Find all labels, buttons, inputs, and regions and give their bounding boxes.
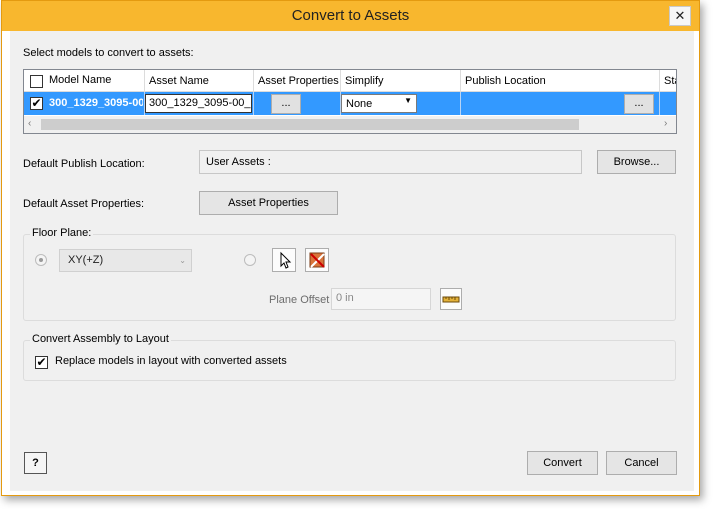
flip-plane-icon [309, 252, 325, 268]
asset-properties-ellipsis-button[interactable]: ... [271, 94, 301, 114]
publish-location-field[interactable]: User Assets : [199, 150, 582, 174]
simplify-select[interactable]: None ▼ [341, 94, 417, 113]
convert-layout-title: Convert Assembly to Layout [30, 333, 171, 345]
column-label-model-name: Model Name [49, 74, 112, 86]
plane-offset-label: Plane Offset [269, 294, 330, 306]
select-models-label: Select models to convert to assets: [23, 47, 194, 59]
help-icon: ? [32, 457, 39, 469]
cell-simplify: None ▼ [341, 92, 461, 115]
cell-publish-location: ... [461, 92, 660, 115]
chevron-down-icon: ▼ [404, 96, 412, 105]
scrollbar-thumb[interactable] [41, 119, 579, 130]
horizontal-scrollbar[interactable]: ‹ › [24, 116, 676, 133]
cell-status [660, 92, 676, 115]
model-name-value: 300_1329_3095-00 [49, 97, 143, 109]
chevron-down-icon: ⌄ [179, 256, 186, 265]
cancel-button[interactable]: Cancel [606, 451, 677, 475]
help-button[interactable]: ? [24, 452, 47, 474]
replace-models-checkbox[interactable]: ✔ [35, 356, 48, 369]
column-header-asset-properties[interactable]: Asset Properties [254, 70, 341, 92]
simplify-value: None [346, 98, 373, 110]
plane-offset-input[interactable]: 0 in [331, 288, 431, 310]
measure-button[interactable] [440, 288, 462, 310]
models-grid: Model Name Asset Name Asset Properties S… [23, 69, 677, 134]
radio-dot [39, 258, 43, 262]
close-icon: ✕ [674, 8, 686, 23]
plane-orientation-value: XY(+Z) [68, 254, 104, 266]
cursor-icon [280, 251, 292, 269]
scroll-right-icon[interactable]: › [664, 118, 667, 129]
convert-button[interactable]: Convert [527, 451, 598, 475]
dialog-title: Convert to Assets [291, 7, 410, 24]
plane-preset-radio[interactable] [35, 254, 47, 266]
column-header-publish-location[interactable]: Publish Location [461, 70, 660, 92]
asset-name-input[interactable]: 300_1329_3095-00_c [145, 94, 252, 113]
close-button[interactable]: ✕ [669, 6, 691, 26]
default-asset-properties-label: Default Asset Properties: [23, 198, 145, 210]
replace-models-label: Replace models in layout with converted … [55, 355, 287, 367]
column-header-asset-name[interactable]: Asset Name [145, 70, 254, 92]
table-row[interactable]: ✔ 300_1329_3095-00 300_1329_3095-00_c ..… [24, 92, 676, 115]
column-header-simplify[interactable]: Simplify [341, 70, 461, 92]
plane-custom-radio[interactable] [244, 254, 256, 266]
flip-plane-button[interactable] [305, 248, 329, 272]
floor-plane-title: Floor Plane: [30, 227, 94, 239]
column-header-model-name[interactable]: Model Name [24, 70, 145, 92]
browse-button[interactable]: Browse... [597, 150, 676, 174]
cell-model-name[interactable]: ✔ 300_1329_3095-00 [24, 92, 145, 115]
cell-asset-name: 300_1329_3095-00_c [145, 92, 254, 115]
publish-location-ellipsis-button[interactable]: ... [624, 94, 654, 114]
select-face-button[interactable] [272, 248, 296, 272]
plane-orientation-select[interactable]: XY(+Z) ⌄ [59, 249, 192, 272]
ruler-icon [442, 296, 460, 303]
row-checkbox[interactable]: ✔ [30, 97, 43, 110]
select-all-checkbox[interactable] [30, 75, 43, 88]
scroll-left-icon[interactable]: ‹ [28, 118, 31, 129]
cell-asset-properties: ... [254, 92, 341, 115]
asset-properties-button[interactable]: Asset Properties [199, 191, 338, 215]
default-publish-location-label: Default Publish Location: [23, 158, 145, 170]
column-header-status[interactable]: Sta [660, 70, 676, 92]
